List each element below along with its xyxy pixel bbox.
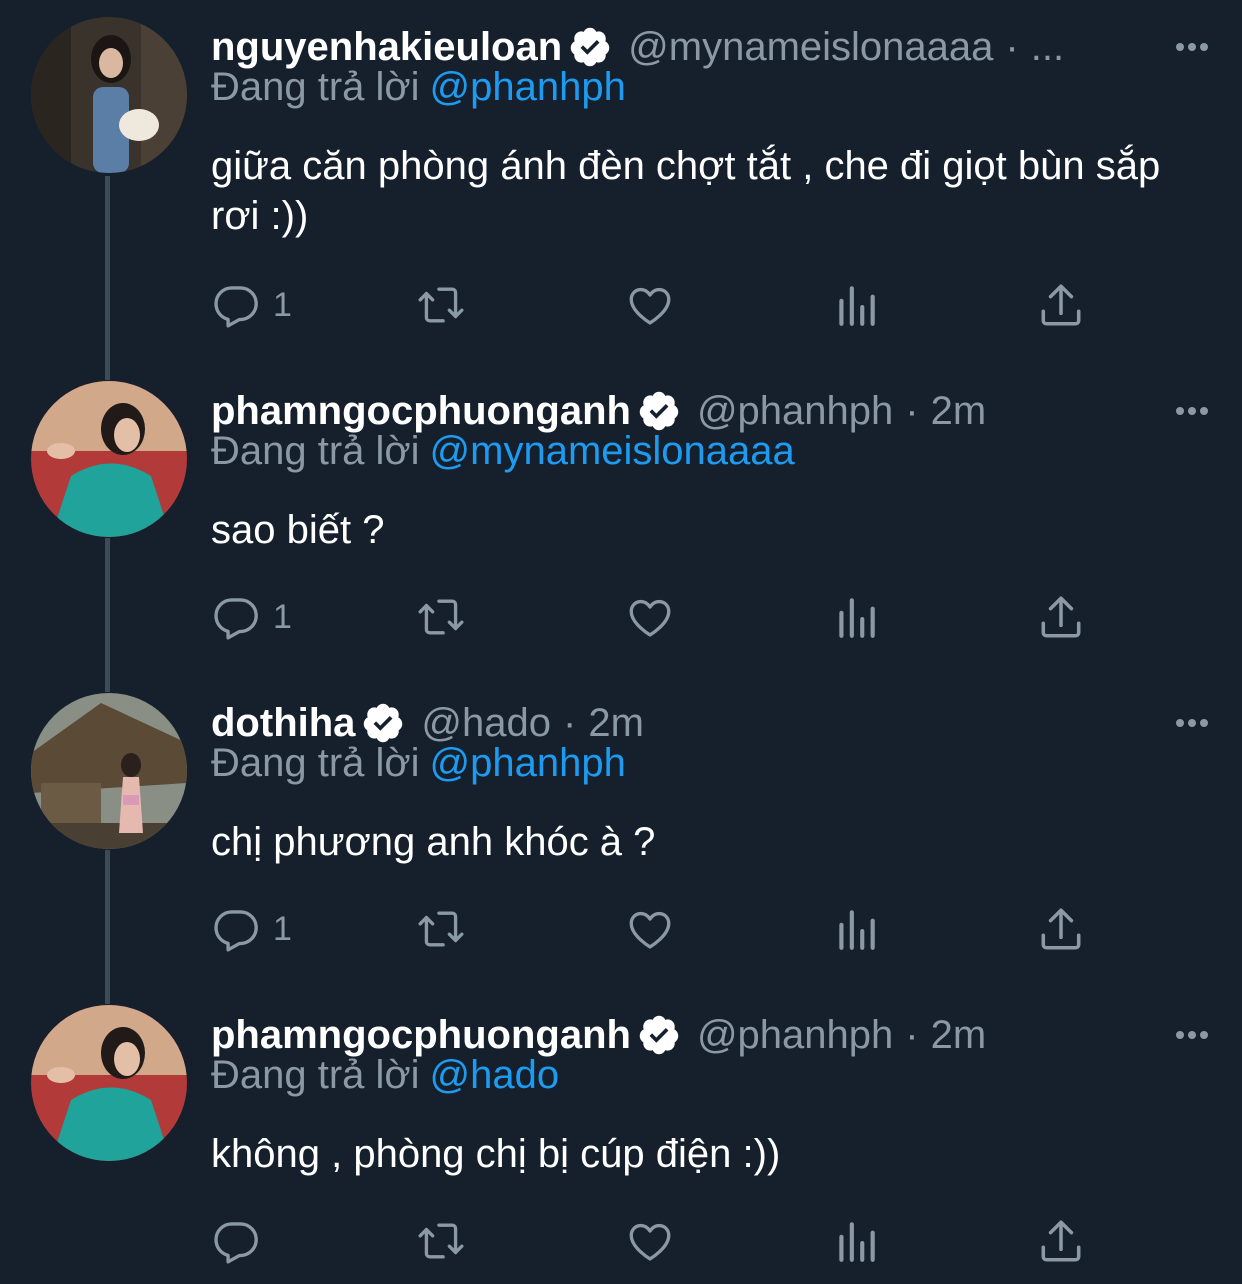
reply-count: 1 [273,597,292,636]
avatar[interactable] [31,17,187,173]
retweet-icon [418,1223,464,1259]
share-icon [1041,284,1081,326]
retweet-button[interactable] [416,901,466,957]
tweet-text: không , phòng chị bị cúp điện :)) [211,1132,781,1176]
verified-icon [570,27,610,67]
more-icon[interactable] [1170,17,1214,77]
reply-icon [214,598,258,640]
analytics-icon [839,1222,875,1262]
avatar[interactable] [31,693,187,849]
tweet-actions: 1 [211,901,1111,957]
share-button[interactable] [1036,1213,1086,1269]
analytics-button[interactable] [831,277,881,333]
analytics-button[interactable] [831,901,881,957]
timestamp[interactable]: 2m [588,701,644,746]
like-icon [629,599,671,637]
share-button[interactable] [1036,277,1086,333]
separator-dot: · [905,1012,919,1057]
analytics-icon [839,598,875,638]
separator-dot: · [1005,24,1019,69]
retweet-button[interactable] [416,1213,466,1269]
handle[interactable]: @phanhph [697,1013,893,1058]
replying-to-label: Đang trả lời [211,1053,420,1097]
replying-to-label: Đang trả lời [211,65,420,109]
reply-button[interactable]: 1 [211,901,292,957]
analytics-button[interactable] [831,1213,881,1269]
analytics-icon [839,286,875,326]
like-button[interactable] [625,901,675,957]
tweet-actions [211,1213,1111,1269]
tweet-text: giữa căn phòng ánh đèn chợt tắt , che đi… [211,144,1161,238]
reply-icon [214,910,258,952]
handle[interactable]: @phanhph [697,389,893,434]
tweet-text: sao biết ? [211,508,385,552]
timestamp[interactable]: 2m [931,1013,987,1058]
retweet-icon [418,287,464,323]
verified-icon [639,391,679,431]
more-icon[interactable] [1170,1005,1214,1065]
replying-to-label: Đang trả lời [211,741,420,785]
replying-to-label: Đang trả lời [211,429,420,473]
display-name[interactable]: phamngocphuonganh [211,1013,631,1058]
reply-button[interactable]: 1 [211,589,292,645]
share-icon [1041,1220,1081,1262]
tweet-text: chị phương anh khóc à ? [211,820,656,864]
tweet-actions: 1 [211,277,1111,333]
reply-count: 1 [273,285,292,324]
separator-dot: · [563,700,577,745]
display-name[interactable]: dothiha [211,701,355,746]
reply-to-link[interactable]: @phanhph [430,65,626,109]
verified-icon [639,1015,679,1055]
display-name[interactable]: phamngocphuonganh [211,389,631,434]
tweet[interactable]: dothiha @hado · 2m Đang trả lời @phanhph … [0,693,1242,963]
tweet[interactable]: phamngocphuonganh @phanhph · 2m Đang trả… [0,1005,1242,1284]
analytics-button[interactable] [831,589,881,645]
retweet-button[interactable] [416,277,466,333]
more-icon[interactable] [1170,381,1214,441]
reply-button[interactable] [211,1213,273,1269]
handle[interactable]: @mynameislonaaaa [628,25,993,70]
share-button[interactable] [1036,589,1086,645]
reply-icon [214,286,258,328]
share-icon [1041,596,1081,638]
tweet[interactable]: nguyenhakieuloan @mynameislonaaaa · ... … [0,17,1242,337]
display-name[interactable]: nguyenhakieuloan [211,25,562,70]
retweet-button[interactable] [416,589,466,645]
separator-dot: · [905,388,919,433]
verified-icon [364,703,403,743]
avatar[interactable] [31,381,187,537]
like-icon [629,911,671,949]
retweet-icon [418,599,464,635]
retweet-icon [418,911,464,947]
reply-icon [214,1222,258,1264]
like-icon [629,1223,671,1261]
reply-button[interactable]: 1 [211,277,292,333]
analytics-icon [839,910,875,950]
like-button[interactable] [625,1213,675,1269]
more-icon[interactable] [1170,693,1214,753]
reply-to-link[interactable]: @hado [430,1053,560,1097]
timestamp[interactable]: 2m [931,389,987,434]
tweet-actions: 1 [211,589,1111,645]
reply-to-link[interactable]: @phanhph [430,741,626,785]
timestamp[interactable]: ... [1031,25,1064,70]
share-button[interactable] [1036,901,1086,957]
like-button[interactable] [625,589,675,645]
handle[interactable]: @hado [421,701,551,746]
tweet[interactable]: phamngocphuonganh @phanhph · 2m Đang trả… [0,381,1242,651]
like-icon [629,287,671,325]
avatar[interactable] [31,1005,187,1161]
reply-count: 1 [273,909,292,948]
reply-to-link[interactable]: @mynameislonaaaa [430,429,795,473]
like-button[interactable] [625,277,675,333]
share-icon [1041,908,1081,950]
